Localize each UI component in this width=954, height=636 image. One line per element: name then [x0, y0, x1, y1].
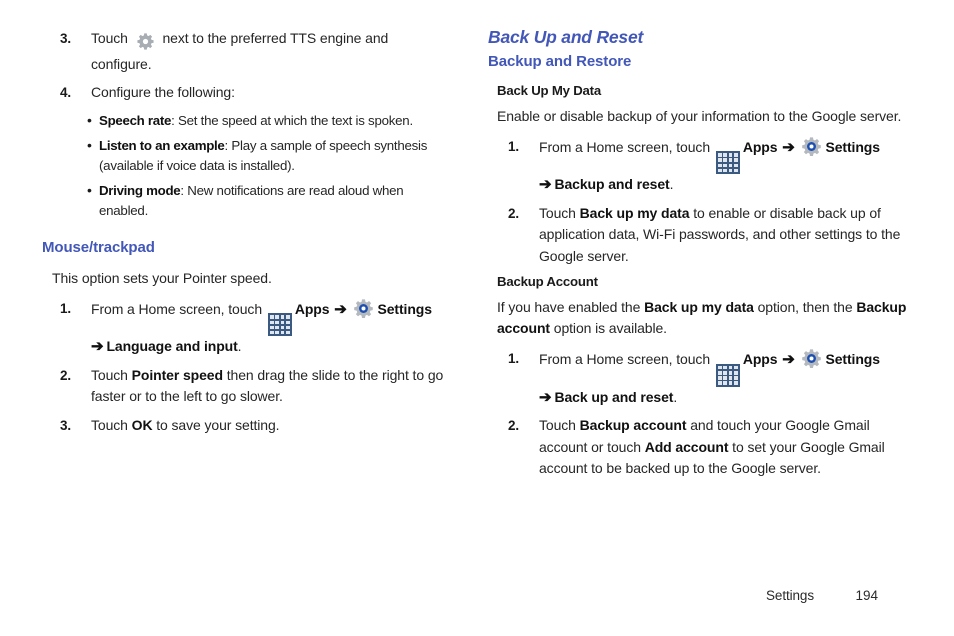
mouse-trackpad-steps-list: 1. From a Home screen, touch Apps ➔ Sett… — [42, 298, 448, 436]
apps-label: Apps — [742, 351, 778, 368]
step-number: 2. — [508, 418, 520, 434]
step-text: From a Home screen, touch — [91, 301, 263, 317]
list-item: 2. Touch Pointer speed then drag the sli… — [42, 365, 448, 408]
bullet-glyph: • — [87, 111, 92, 128]
right-column: Back Up and Reset Backup and Restore Bac… — [448, 27, 914, 487]
bullet-glyph: • — [87, 181, 92, 198]
pointer-speed-label: Pointer speed — [131, 366, 223, 383]
arrow-icon: ➔ — [539, 388, 552, 406]
step-text: From a Home screen, touch — [539, 351, 711, 368]
back-up-my-data-intro: Enable or disable backup of your informa… — [497, 107, 902, 124]
arrow-icon: ➔ — [539, 176, 552, 194]
back-up-my-data-label: Back up my data — [579, 204, 690, 221]
back-up-my-data-heading: Back Up My Data — [497, 82, 602, 98]
backup-account-heading: Backup Account — [497, 274, 598, 290]
apps-grid-icon — [267, 313, 292, 337]
destination-label: Language and input — [106, 338, 238, 355]
page-footer: Settings 194 — [0, 588, 954, 603]
step-text: Configure the following: — [91, 84, 235, 100]
list-item: 3. Touch OK to save your setting. — [42, 415, 448, 437]
step-number: 3. — [60, 417, 72, 433]
apps-grid-icon — [715, 151, 740, 175]
list-item: 1. From a Home screen, touch Apps ➔ Sett… — [42, 298, 448, 358]
settings-label: Settings — [825, 351, 880, 368]
arrow-icon: ➔ — [91, 338, 104, 356]
bullet-term: Driving mode — [99, 182, 181, 198]
backup-account-label: Backup account — [579, 417, 687, 434]
footer-section-label: Settings — [766, 588, 814, 603]
tts-steps-list: 3. Touch next to the preferred TTS engin… — [42, 28, 448, 104]
step-number: 1. — [508, 138, 520, 154]
tts-options-bullets: • Speech rate: Set the speed at which th… — [42, 111, 448, 221]
step-number: 3. — [60, 31, 72, 46]
mouse-trackpad-intro: This option sets your Pointer speed. — [52, 270, 272, 286]
intro-part1: If you have enabled the — [497, 299, 645, 316]
step-number: 2. — [508, 205, 520, 221]
intro-part3: option is available. — [549, 320, 667, 337]
gear-icon — [134, 32, 157, 54]
step-text: From a Home screen, touch — [539, 138, 711, 155]
list-item: 2. Touch Back up my data to enable or di… — [488, 203, 914, 268]
settings-label: Settings — [377, 301, 432, 317]
apps-grid-icon — [715, 363, 740, 387]
list-item: • Speech rate: Set the speed at which th… — [42, 111, 448, 131]
step-text: Touch — [91, 416, 128, 433]
backup-account-intro: If you have enabled the Back up my data … — [488, 297, 914, 339]
add-account-label: Add account — [644, 438, 729, 455]
intro-part2: option, then the — [753, 299, 857, 316]
arrow-icon: ➔ — [782, 138, 795, 156]
footer-page-number: 194 — [855, 588, 878, 603]
apps-label: Apps — [742, 138, 778, 155]
settings-gear-icon — [802, 349, 822, 369]
section-heading: Backup and Restore — [488, 53, 632, 71]
step-text-before-icon: Touch — [91, 30, 128, 46]
step-number: 1. — [60, 301, 72, 316]
step-number: 4. — [60, 85, 72, 100]
step-text-rest: to save your setting. — [152, 416, 280, 433]
ok-button-label: OK — [131, 416, 153, 433]
chapter-heading: Back Up and Reset — [488, 27, 644, 47]
step-text: Touch — [539, 417, 580, 434]
bullet-description: : Set the speed at which the text is spo… — [171, 112, 413, 128]
list-item: 2. Touch Backup account and touch your G… — [488, 415, 914, 480]
list-item: 1. From a Home screen, touch Apps ➔ Sett… — [488, 348, 914, 408]
period: . — [237, 338, 242, 355]
apps-label: Apps — [294, 301, 330, 317]
period: . — [673, 388, 678, 405]
arrow-icon: ➔ — [334, 301, 347, 318]
two-column-body: 3. Touch next to the preferred TTS engin… — [0, 27, 954, 487]
period: . — [669, 176, 674, 193]
list-item: • Listen to an example: Play a sample of… — [42, 136, 448, 176]
back-up-my-data-steps-list: 1. From a Home screen, touch Apps ➔ Sett… — [488, 136, 914, 267]
intro-bold1: Back up my data — [644, 299, 754, 316]
destination-label: Backup and reset — [554, 176, 670, 193]
left-column: 3. Touch next to the preferred TTS engin… — [0, 28, 448, 443]
mouse-trackpad-heading: Mouse/trackpad — [42, 238, 155, 256]
list-item: 4. Configure the following: — [42, 82, 448, 104]
step-number: 2. — [60, 367, 72, 383]
settings-gear-icon — [802, 137, 822, 156]
step-number: 1. — [508, 351, 520, 367]
arrow-icon: ➔ — [782, 351, 795, 369]
list-item: 1. From a Home screen, touch Apps ➔ Sett… — [488, 136, 914, 196]
step-text: Touch — [539, 204, 576, 221]
bullet-glyph: • — [87, 136, 92, 153]
bullet-term: Listen to an example — [99, 137, 225, 153]
backup-account-steps-list: 1. From a Home screen, touch Apps ➔ Sett… — [488, 348, 914, 479]
settings-gear-icon — [354, 299, 374, 318]
manual-page: 3. Touch next to the preferred TTS engin… — [0, 0, 954, 636]
destination-label: Back up and reset — [554, 388, 674, 405]
list-item: • Driving mode: New notifications are re… — [42, 181, 448, 221]
step-text: Touch — [91, 366, 128, 383]
list-item: 3. Touch next to the preferred TTS engin… — [42, 28, 448, 75]
bullet-term: Speech rate — [99, 112, 172, 128]
settings-label: Settings — [825, 138, 880, 155]
